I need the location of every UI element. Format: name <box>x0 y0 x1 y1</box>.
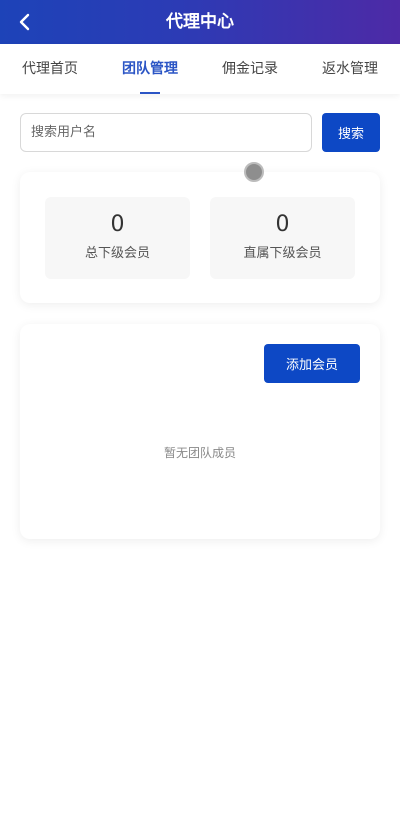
team-members-card: 添加会员 暂无团队成员 <box>20 324 380 539</box>
tab-team-management[interactable]: 团队管理 <box>100 44 200 94</box>
stat-label: 直属下级会员 <box>243 246 322 261</box>
search-button[interactable]: 搜索 <box>322 113 380 152</box>
stats-card: 0 总下级会员 0 直属下级会员 <box>20 172 380 303</box>
tab-commission-records[interactable]: 佣金记录 <box>200 44 300 94</box>
stat-direct-sub-members: 0 直属下级会员 <box>210 197 355 279</box>
touch-indicator-dot <box>244 162 264 182</box>
empty-state-text: 暂无团队成员 <box>163 446 236 460</box>
page-title: 代理中心 <box>166 12 234 32</box>
stat-label: 总下级会员 <box>84 246 150 261</box>
stat-total-sub-members: 0 总下级会员 <box>45 197 190 279</box>
tab-bar: 代理首页 团队管理 佣金记录 返水管理 <box>0 44 400 94</box>
add-member-button[interactable]: 添加会员 <box>264 344 360 383</box>
search-row: 搜索 <box>20 113 380 152</box>
tab-agent-home[interactable]: 代理首页 <box>0 44 100 94</box>
app-header: 代理中心 <box>0 0 400 44</box>
username-search-input[interactable] <box>20 113 312 152</box>
tab-rebate-management[interactable]: 返水管理 <box>300 44 400 94</box>
stat-value: 0 <box>275 212 290 237</box>
stat-value: 0 <box>110 212 125 237</box>
